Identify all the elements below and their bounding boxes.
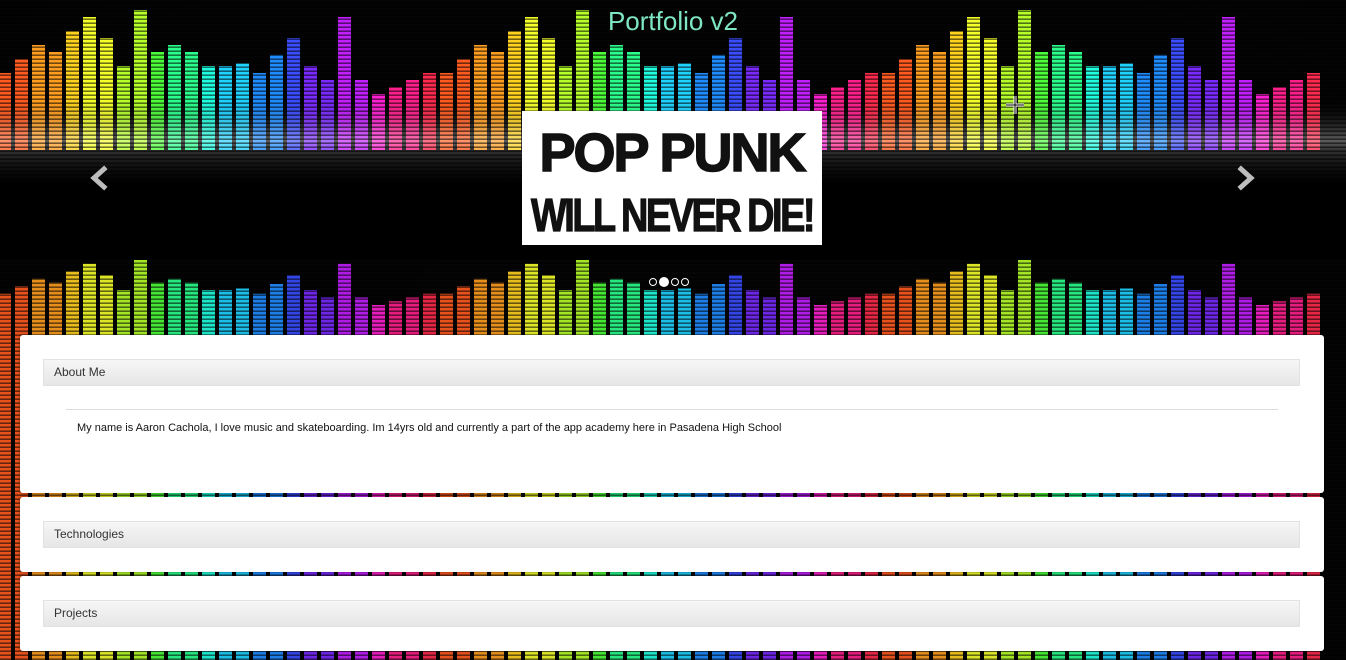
- technologies-panel: Technologies: [20, 497, 1324, 572]
- carousel-indicator-1[interactable]: [649, 278, 657, 286]
- about-text: My name is Aaron Cachola, I love music a…: [77, 422, 782, 434]
- chevron-right-icon: [1237, 165, 1255, 191]
- svg-text:POP PUNK: POP PUNK: [539, 123, 806, 183]
- divider: [66, 409, 1278, 410]
- technologies-panel-heading[interactable]: Technologies: [43, 521, 1300, 548]
- carousel-indicators: [649, 276, 689, 288]
- svg-text:WILL NEVER DIE!: WILL NEVER DIE!: [531, 189, 813, 241]
- carousel-slide-image: POP PUNK WILL NEVER DIE!: [522, 111, 822, 245]
- crosshair-cursor-icon: [1006, 96, 1024, 114]
- page-title: Portfolio v2: [607, 6, 739, 36]
- carousel-next-button[interactable]: [1231, 160, 1261, 196]
- carousel-indicator-2[interactable]: [659, 277, 669, 287]
- carousel-indicator-3[interactable]: [671, 278, 679, 286]
- projects-panel-heading[interactable]: Projects: [43, 600, 1300, 627]
- projects-panel: Projects: [20, 576, 1324, 651]
- carousel-prev-button[interactable]: [84, 160, 114, 196]
- page: Portfolio v2 POP PUNK WILL NEVER DIE! Ab…: [0, 0, 1346, 660]
- about-panel-heading[interactable]: About Me: [43, 359, 1300, 386]
- chevron-left-icon: [90, 165, 108, 191]
- carousel-indicator-4[interactable]: [681, 278, 689, 286]
- about-panel: About Me My name is Aaron Cachola, I lov…: [20, 335, 1324, 493]
